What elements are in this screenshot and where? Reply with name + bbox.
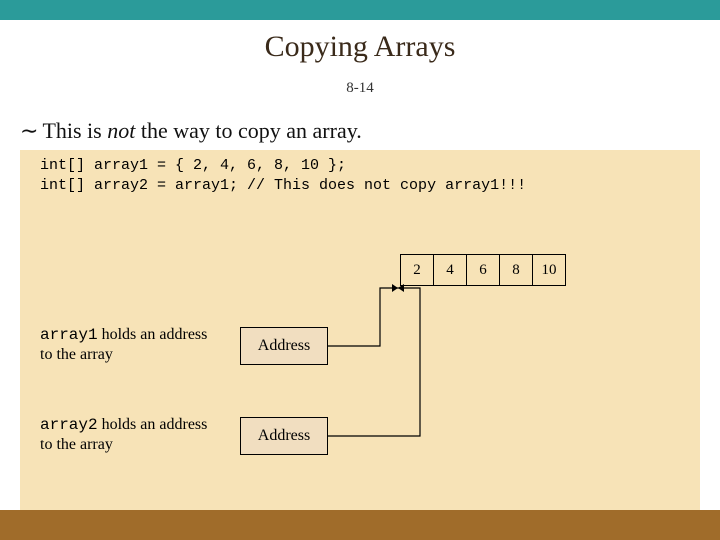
code-line-2: int[] array2 = array1; // This does not … xyxy=(40,177,526,194)
array-cell: 10 xyxy=(533,255,565,285)
body-emph: not xyxy=(107,118,135,143)
array2-name: array2 xyxy=(40,416,98,434)
array-cell: 4 xyxy=(434,255,467,285)
address-box-1: Address xyxy=(240,327,328,365)
bottom-accent-band xyxy=(0,510,720,540)
slide-number: 8-14 xyxy=(0,80,720,97)
array-visual: 2 4 6 8 10 xyxy=(400,254,566,286)
body-prefix: This is xyxy=(42,118,107,143)
code-line-1: int[] array1 = { 2, 4, 6, 8, 10 }; xyxy=(40,157,346,174)
slide: Copying Arrays 8-14 ∼This is not the way… xyxy=(0,0,720,540)
body-suffix: the way to copy an array. xyxy=(135,118,361,143)
array-cell: 2 xyxy=(401,255,434,285)
code-block: int[] array1 = { 2, 4, 6, 8, 10 }; int[]… xyxy=(40,156,690,196)
top-accent-band xyxy=(0,0,720,20)
array1-label: array1 holds an address to the array xyxy=(40,325,220,365)
array2-label: array2 holds an address to the array xyxy=(40,415,220,455)
code-panel: int[] array1 = { 2, 4, 6, 8, 10 }; int[]… xyxy=(20,150,700,510)
slide-title: Copying Arrays xyxy=(0,30,720,64)
array1-name: array1 xyxy=(40,326,98,344)
body-sentence: ∼This is not the way to copy an array. xyxy=(20,118,700,144)
array-cell: 6 xyxy=(467,255,500,285)
array-cell: 8 xyxy=(500,255,533,285)
bullet-glyph: ∼ xyxy=(20,118,38,143)
address-box-2: Address xyxy=(240,417,328,455)
